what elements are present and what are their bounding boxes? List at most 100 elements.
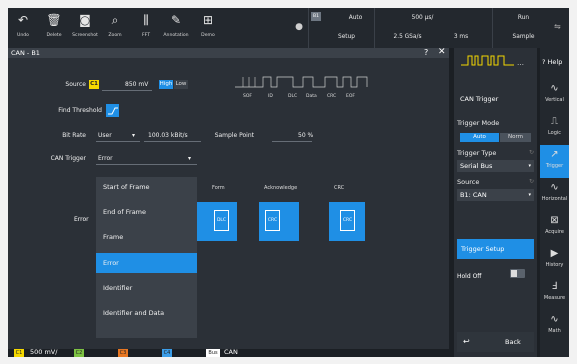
pencil-icon: ✎ <box>170 13 182 27</box>
source-level[interactable]: 850 mV <box>125 81 148 88</box>
measure-icon: Ⅎ <box>551 281 558 292</box>
camera-icon: ◙ <box>79 13 91 27</box>
delete-button[interactable]: 🗑 Delete <box>41 8 67 48</box>
svg-text:…: … <box>517 59 524 67</box>
reset-icon[interactable]: ↻ <box>529 178 534 185</box>
nav-trigger[interactable]: ↗ Trigger <box>540 145 569 178</box>
sample-point-label: Sample Point <box>214 132 254 139</box>
menu-item-start-of-frame[interactable]: Start of Frame <box>96 177 197 197</box>
sample-point-value[interactable]: 50 % <box>298 132 313 139</box>
menu-corner-icon[interactable]: ⇋ <box>554 22 569 34</box>
find-threshold-label: Find Threshold <box>58 107 102 114</box>
trash-icon: 🗑 <box>46 13 62 27</box>
menu-item-error[interactable]: Error <box>96 253 197 273</box>
menu-item-end-of-frame[interactable]: End of Frame <box>96 202 197 222</box>
can-dialog: CAN - B1 ? ✕ Source C1 850 mV High Low S… <box>8 47 449 349</box>
source-select[interactable]: B1: CAN ▾ <box>457 189 534 201</box>
chevron-down-icon: ▾ <box>528 163 531 169</box>
can-trigger-underline <box>96 164 197 165</box>
nav-acquire[interactable]: ⊠ Acquire <box>540 211 569 244</box>
error-header-acknowledge: Acknowledge <box>264 185 298 191</box>
error-header-form: Form <box>212 185 225 191</box>
help-button[interactable]: ? Help <box>540 58 569 69</box>
mode-auto-button[interactable]: Auto <box>460 133 499 142</box>
nav-math[interactable]: ∿ Math <box>540 310 569 343</box>
serial-signal-icon: … <box>461 55 524 67</box>
high-button[interactable]: High <box>159 80 173 89</box>
back-arrow-icon: ↩ <box>463 337 470 346</box>
channel-c2-tag[interactable]: C2 <box>74 349 84 357</box>
channel-bar: C1 500 mV/ C2 C3 C4 Bus CAN <box>8 348 449 357</box>
bus-tag: B1 <box>311 12 321 21</box>
nav-measure[interactable]: Ⅎ Measure <box>540 277 569 310</box>
bit-rate-value[interactable]: 100.03 kBit/s <box>148 132 188 139</box>
acquisition-info[interactable]: Run Sample <box>492 8 554 48</box>
menu-item-identifier[interactable]: Identifier <box>96 278 197 298</box>
source-channel-tag[interactable]: C1 <box>89 80 99 89</box>
nav-vertical[interactable]: ∿ Vertical <box>540 79 569 112</box>
top-toolbar: ↶ Undo 🗑 Delete ◙ Screenshot ⌕ Zoom ⫼ FF… <box>8 8 569 48</box>
close-icon[interactable]: ✕ <box>438 47 446 57</box>
fft-button[interactable]: ⫼ FFT <box>133 8 159 48</box>
menu-item-identifier-and-data[interactable]: Identifier and Data <box>96 303 197 323</box>
acknowledge-error-toggle[interactable]: CRC <box>259 202 299 241</box>
nav-history[interactable]: ▶ History <box>540 244 569 277</box>
frame-label-sof: SOF <box>243 93 252 99</box>
vertical-wave-icon: ∿ <box>550 83 559 94</box>
math-icon: ∿ <box>550 314 559 325</box>
trigger-type-label: Trigger Type <box>457 149 497 157</box>
more-dot-icon[interactable]: ● <box>294 22 304 34</box>
annotation-button[interactable]: ✎ Annotation <box>159 8 193 48</box>
hold-off-toggle[interactable] <box>510 269 525 278</box>
error-header-crc: CRC <box>334 185 345 191</box>
frame-label-eof: EOF <box>346 93 355 99</box>
record-info[interactable]: 3 ms <box>440 8 492 48</box>
undo-button[interactable]: ↶ Undo <box>10 8 36 48</box>
nav-logic[interactable]: ⎍ Logic <box>540 112 569 145</box>
c1-scale[interactable]: 500 mV/ <box>30 348 57 356</box>
bus-value[interactable]: CAN <box>224 348 238 356</box>
help-icon[interactable]: ? <box>424 48 428 57</box>
source-label: Source <box>65 81 86 88</box>
frame-label-crc: CRC <box>327 93 336 99</box>
back-button[interactable]: ↩ Back <box>457 332 534 352</box>
oscilloscope-screen: ↶ Undo 🗑 Delete ◙ Screenshot ⌕ Zoom ⫼ FF… <box>8 8 569 357</box>
trigger-icon: ↗ <box>550 149 559 160</box>
trigger-setup-button[interactable]: Trigger Setup <box>457 239 534 259</box>
bit-rate-mode-select[interactable]: User <box>98 132 112 139</box>
horizontal-wave-icon: ∿ <box>550 182 559 193</box>
form-error-toggle[interactable]: DLC <box>197 202 237 241</box>
horizontal-info[interactable]: 500 µs/ 2.5 GSa/s <box>374 8 440 48</box>
reset-icon[interactable]: ↻ <box>529 149 534 156</box>
chevron-down-icon: ▾ <box>528 192 531 198</box>
channel-c1-tag[interactable]: C1 <box>14 349 24 357</box>
dialog-titlebar: CAN - B1 ? ✕ <box>8 47 449 58</box>
nav-horizontal[interactable]: ∿ Horizontal <box>540 178 569 211</box>
dialog-title: CAN - B1 <box>11 49 40 57</box>
channel-c3-tag[interactable]: C3 <box>118 349 128 357</box>
bit-rate-label: Bit Rate <box>62 132 86 139</box>
zoom-button[interactable]: ⌕ Zoom <box>102 8 128 48</box>
can-trigger-label: CAN Trigger <box>50 155 86 162</box>
magnifier-icon: ⌕ <box>111 13 119 27</box>
frame-label-id: ID <box>268 93 273 99</box>
can-trigger-select[interactable]: Error <box>98 155 113 162</box>
can-trigger-menu[interactable]: Start of Frame End of Frame Frame Error … <box>96 177 197 338</box>
low-button[interactable]: Low <box>174 80 188 89</box>
crc-error-toggle[interactable]: CRC <box>329 202 365 241</box>
panel-title: CAN Trigger <box>460 95 499 103</box>
channel-c4-tag[interactable]: C4 <box>162 349 172 357</box>
undo-icon: ↶ <box>17 13 29 27</box>
play-icon: ▶ <box>550 248 559 259</box>
logic-icon: ⎍ <box>551 116 558 127</box>
bus-tag-bottom[interactable]: Bus <box>206 349 220 357</box>
frame-label-dlc: DLC <box>288 93 297 99</box>
find-threshold-button[interactable] <box>106 104 119 117</box>
mode-norm-button[interactable]: Norm <box>500 133 531 142</box>
screenshot-button[interactable]: ◙ Screenshot <box>68 8 102 48</box>
menu-item-frame[interactable]: Frame <box>96 227 197 247</box>
side-navigation: ∿ Vertical ⎍ Logic ↗ Trigger ∿ Horizonta… <box>540 48 569 357</box>
trigger-type-select[interactable]: Serial Bus ▾ <box>457 160 534 172</box>
demo-button[interactable]: ⊞ Demo <box>195 8 221 48</box>
error-label: Error <box>74 216 89 223</box>
